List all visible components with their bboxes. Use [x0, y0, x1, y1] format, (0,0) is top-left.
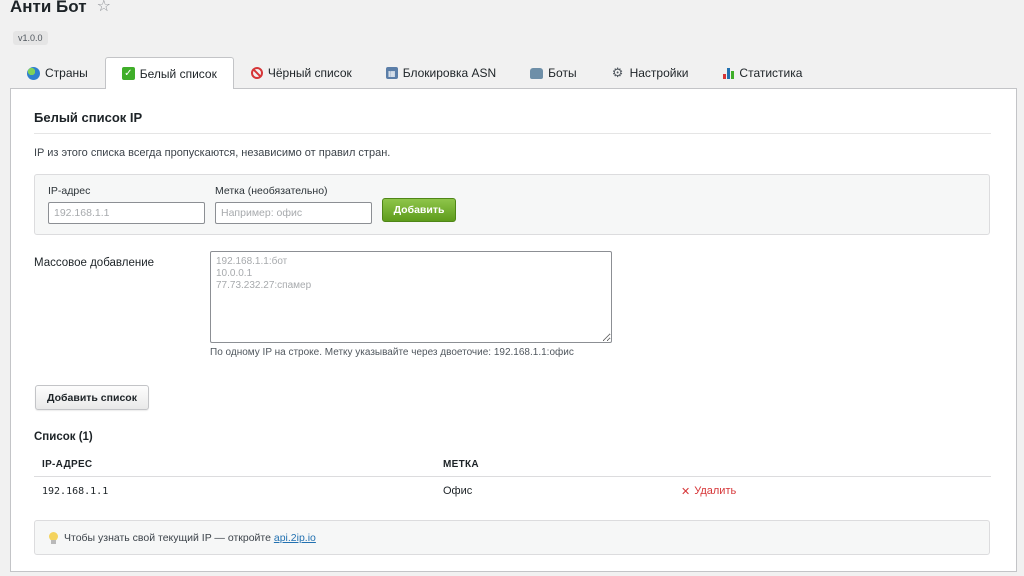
tab-label: Страны [45, 66, 88, 80]
bulk-add-textarea[interactable] [210, 251, 612, 343]
table-row: 192.168.1.1 Офис ✕ Удалить [34, 478, 991, 504]
tab-blacklist[interactable]: Чёрный список [234, 57, 369, 88]
tab-bar: Страны ✓ Белый список Чёрный список ▦ Бл… [10, 57, 819, 89]
row-tag: Офис [443, 485, 473, 497]
star-icon[interactable]: ☆ [97, 0, 111, 18]
tag-field-label: Метка (необязательно) [215, 185, 328, 197]
tab-label: Статистика [739, 66, 803, 80]
delete-button[interactable]: ✕ Удалить [681, 485, 736, 498]
tab-asn-blocking[interactable]: ▦ Блокировка ASN [369, 57, 513, 88]
tab-settings[interactable]: ⚙ Настройки [594, 57, 706, 88]
list-title: Список (1) [34, 431, 93, 443]
ban-icon [250, 67, 263, 79]
tab-label: Чёрный список [267, 66, 352, 80]
asn-icon: ▦ [385, 67, 398, 79]
tab-countries[interactable]: Страны [10, 57, 105, 88]
bulk-add-hint: По одному IP на строке. Метку указывайте… [210, 347, 574, 358]
close-icon: ✕ [681, 486, 691, 498]
globe-icon [27, 66, 40, 80]
lightbulb-icon [49, 532, 58, 544]
tab-label: Боты [548, 66, 577, 80]
version-badge: v1.0.0 [13, 31, 48, 45]
page-header: Анти Бот ☆ [10, 0, 111, 18]
divider [34, 133, 991, 134]
row-ip: 192.168.1.1 [42, 486, 109, 497]
bot-icon [530, 67, 544, 79]
tab-whitelist[interactable]: ✓ Белый список [104, 57, 234, 89]
add-ip-button[interactable]: Добавить [382, 198, 456, 222]
tab-statistics[interactable]: Статистика [705, 57, 819, 88]
ip-field-label: IP-адрес [48, 185, 91, 197]
tag-input[interactable] [215, 202, 372, 224]
intro-text: IP из этого списка всегда пропускаются, … [34, 147, 391, 159]
whitelist-panel: Белый список IP IP из этого списка всегд… [10, 88, 1017, 572]
tab-label: Настройки [629, 66, 689, 80]
tip-text: Чтобы узнать свой текущий IP — откройте … [64, 532, 316, 544]
checkmark-icon: ✓ [121, 67, 135, 80]
add-list-button[interactable]: Добавить список [35, 385, 149, 410]
column-header-tag: МЕТКА [443, 459, 479, 470]
add-ip-form: IP-адрес Метка (необязательно) Добавить [34, 174, 990, 235]
page-title: Анти Бот [10, 0, 87, 16]
column-header-ip: IP-АДРЕС [42, 459, 93, 470]
ip-service-link[interactable]: api.2ip.io [274, 532, 316, 544]
gear-icon: ⚙ [611, 65, 624, 80]
chart-icon [722, 67, 734, 79]
table-header: IP-АДРЕС МЕТКА [34, 451, 991, 477]
section-title: Белый список IP [34, 110, 143, 125]
tip-box: Чтобы узнать свой текущий IP — откройте … [34, 520, 990, 555]
bulk-add-label: Массовое добавление [34, 257, 155, 269]
delete-label: Удалить [694, 485, 737, 497]
tip-message: Чтобы узнать свой текущий IP — откройте [64, 532, 274, 544]
ip-address-input[interactable] [48, 202, 205, 224]
tab-bots[interactable]: Боты [513, 57, 593, 88]
tab-label: Блокировка ASN [402, 66, 497, 80]
tab-label: Белый список [139, 66, 217, 81]
